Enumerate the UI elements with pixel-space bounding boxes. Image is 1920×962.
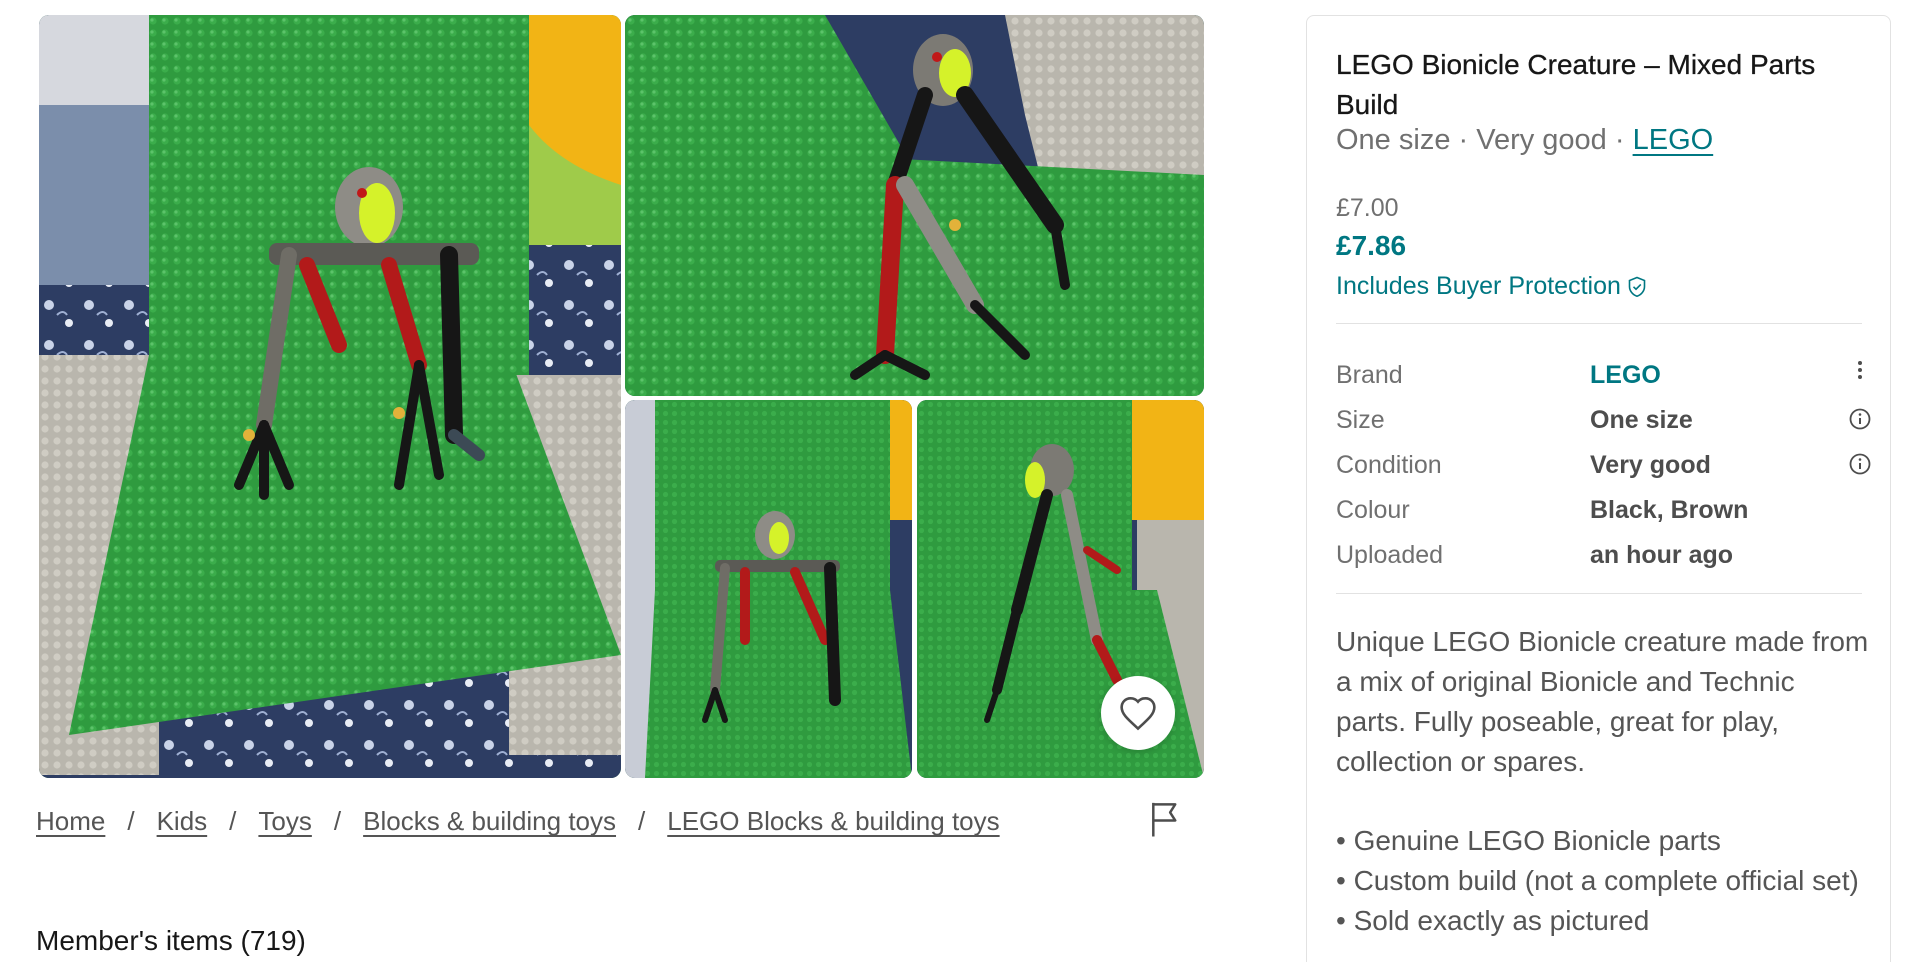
- brand-link[interactable]: LEGO: [1633, 124, 1714, 156]
- item-price: £7.00: [1336, 194, 1399, 222]
- item-summary-text: One size · Very good ·: [1336, 124, 1633, 156]
- spec-row-uploaded: Uploaded an hour ago: [1336, 536, 1876, 581]
- item-title: LEGO Bionicle Creature – Mixed Parts Bui…: [1336, 49, 1816, 120]
- description-bullet: • Sold exactly as pictured: [1336, 905, 1650, 936]
- item-details-panel: LEGO Bionicle Creature – Mixed Parts Bui…: [1306, 15, 1891, 962]
- breadcrumb-lego-blocks-building-toys[interactable]: LEGO Blocks & building toys: [667, 806, 999, 837]
- members-items-heading: Member's items (719): [36, 925, 306, 956]
- photo-small-front[interactable]: [625, 400, 912, 778]
- photo-small-front-image: [625, 400, 912, 778]
- description-bullet: • Genuine LEGO Bionicle parts: [1336, 825, 1721, 856]
- shield-check-icon: [1628, 276, 1646, 297]
- photo-main-image: [39, 15, 621, 778]
- spec-label: Condition: [1336, 451, 1442, 479]
- breadcrumb-separator: /: [333, 806, 342, 836]
- breadcrumb-kids[interactable]: Kids: [157, 806, 208, 837]
- spec-value-brand[interactable]: LEGO: [1590, 361, 1661, 390]
- heart-icon: [1120, 696, 1156, 731]
- info-icon[interactable]: [1848, 407, 1872, 431]
- breadcrumb-toys[interactable]: Toys: [258, 806, 311, 837]
- divider: [1336, 323, 1862, 324]
- spec-value-uploaded: an hour ago: [1590, 541, 1734, 569]
- spec-row-condition: Condition Very good: [1336, 446, 1876, 491]
- photo-side-image: [625, 15, 1204, 396]
- description-bullet: • Custom build (not a complete official …: [1336, 865, 1859, 896]
- spec-label: Colour: [1336, 496, 1410, 524]
- description-text: Unique LEGO Bionicle creature made from …: [1336, 626, 1869, 777]
- favourite-button[interactable]: [1101, 676, 1175, 750]
- breadcrumb-separator: /: [229, 806, 237, 836]
- item-price-with-protection[interactable]: £7.86: [1336, 230, 1406, 262]
- breadcrumb-home[interactable]: Home: [36, 806, 105, 837]
- photo-main[interactable]: [39, 15, 621, 778]
- item-description-bullets: • Genuine LEGO Bionicle parts • Custom b…: [1336, 821, 1871, 941]
- divider: [1336, 593, 1862, 594]
- buyer-protection-label: Includes Buyer Protection: [1336, 272, 1621, 300]
- more-vertical-icon[interactable]: [1850, 358, 1870, 386]
- breadcrumb-separator: /: [127, 806, 135, 836]
- spec-value-colour: Black, Brown: [1590, 496, 1749, 524]
- breadcrumb: Home / Kids / Toys / Blocks & building t…: [36, 806, 1000, 837]
- spec-row-size: Size One size: [1336, 401, 1876, 446]
- spec-value-size: One size: [1590, 406, 1693, 434]
- spec-label: Brand: [1336, 361, 1403, 389]
- report-button[interactable]: [1147, 800, 1187, 840]
- info-icon[interactable]: [1848, 452, 1872, 476]
- breadcrumb-blocks-building-toys[interactable]: Blocks & building toys: [363, 806, 616, 837]
- breadcrumb-separator: /: [638, 806, 646, 836]
- item-description: Unique LEGO Bionicle creature made from …: [1336, 622, 1871, 782]
- photo-side[interactable]: [625, 15, 1204, 396]
- buyer-protection-link[interactable]: Includes Buyer Protection: [1336, 272, 1647, 301]
- item-specs: Brand LEGO Size One size Condition Very …: [1336, 356, 1876, 581]
- spec-value-condition: Very good: [1590, 451, 1711, 479]
- spec-label: Size: [1336, 406, 1385, 434]
- photo-gallery: [39, 15, 1204, 778]
- flag-icon: [1152, 802, 1177, 837]
- spec-row-brand: Brand LEGO: [1336, 356, 1876, 401]
- spec-label: Uploaded: [1336, 541, 1444, 569]
- spec-row-colour: Colour Black, Brown: [1336, 491, 1876, 536]
- item-summary: One size · Very good · LEGO: [1336, 124, 1713, 157]
